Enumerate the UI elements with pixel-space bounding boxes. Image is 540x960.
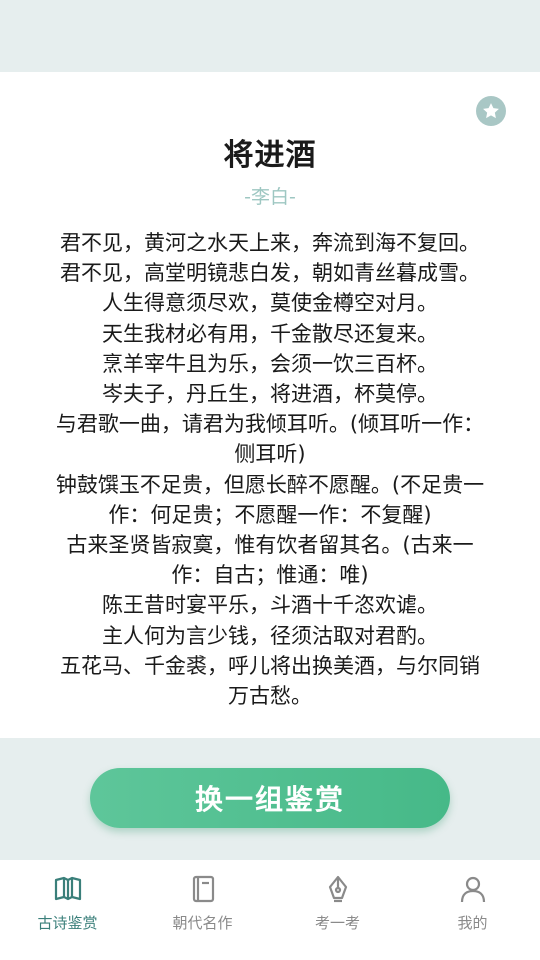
poem-line: 万古愁。 bbox=[228, 684, 312, 709]
poem-body: 君不见，黄河之水天上来，奔流到海不复回。 君不见，高堂明镜悲白发，朝如青丝暮成雪… bbox=[24, 228, 516, 711]
poem-author: -李白- bbox=[244, 186, 296, 208]
poem-line: 钟鼓馔玉不足贵，但愿长醉不愿醒。(不足贵一 bbox=[55, 472, 485, 497]
tab-label: 我的 bbox=[457, 914, 488, 932]
action-area: 换一组鉴赏 bbox=[0, 738, 540, 860]
book-icon bbox=[186, 872, 220, 906]
user-icon bbox=[456, 872, 490, 906]
poem-line: 五花马、千金裘，呼儿将出换美酒，与尔同销 bbox=[60, 653, 480, 678]
favorite-button[interactable] bbox=[476, 96, 506, 126]
tab-label: 朝代名作 bbox=[172, 914, 233, 932]
poem-line: 天生我材必有用，千金散尽还复来。 bbox=[102, 321, 438, 346]
refresh-button[interactable]: 换一组鉴赏 bbox=[90, 768, 450, 828]
poem-line: 作：自古；惟通：唯) bbox=[171, 563, 369, 588]
poem-line: 作：何足贵；不愿醒一作：不复醒) bbox=[108, 502, 432, 527]
pen-nib-icon bbox=[321, 872, 355, 906]
tab-label: 古诗鉴赏 bbox=[37, 914, 98, 932]
tab-dynasty-works[interactable]: 朝代名作 bbox=[135, 860, 270, 960]
poem-line: 君不见，高堂明镜悲白发，朝如青丝暮成雪。 bbox=[60, 261, 480, 286]
tab-label: 考一考 bbox=[314, 914, 360, 932]
book-open-icon bbox=[51, 872, 85, 906]
status-bar-area bbox=[0, 0, 540, 72]
poem-card: 将进酒 -李白- 君不见，黄河之水天上来，奔流到海不复回。 君不见，高堂明镜悲白… bbox=[0, 72, 540, 738]
tab-poem-appreciation[interactable]: 古诗鉴赏 bbox=[0, 860, 135, 960]
tab-profile[interactable]: 我的 bbox=[405, 860, 540, 960]
tab-quiz[interactable]: 考一考 bbox=[270, 860, 405, 960]
poem-line: 岑夫子，丹丘生，将进酒，杯莫停。 bbox=[102, 382, 438, 407]
poem-line: 主人何为言少钱，径须沽取对君酌。 bbox=[102, 623, 438, 648]
poem-line: 人生得意须尽欢，莫使金樽空对月。 bbox=[102, 291, 438, 316]
poem-line: 烹羊宰牛且为乐，会须一饮三百杯。 bbox=[102, 351, 438, 376]
poem-title: 将进酒 bbox=[223, 138, 317, 173]
star-icon bbox=[483, 103, 499, 119]
poem-line: 侧耳听) bbox=[234, 442, 306, 467]
poem-line: 古来圣贤皆寂寞，惟有饮者留其名。(古来一 bbox=[66, 533, 474, 558]
bottom-tab-bar: 古诗鉴赏 朝代名作 考一考 我的 bbox=[0, 860, 540, 960]
poem-line: 陈王昔时宴平乐，斗酒十千恣欢谑。 bbox=[102, 593, 438, 618]
poem-line: 君不见，黄河之水天上来，奔流到海不复回。 bbox=[60, 231, 480, 255]
poem-line: 与君歌一曲，请君为我倾耳听。(倾耳听一作： bbox=[55, 412, 485, 437]
